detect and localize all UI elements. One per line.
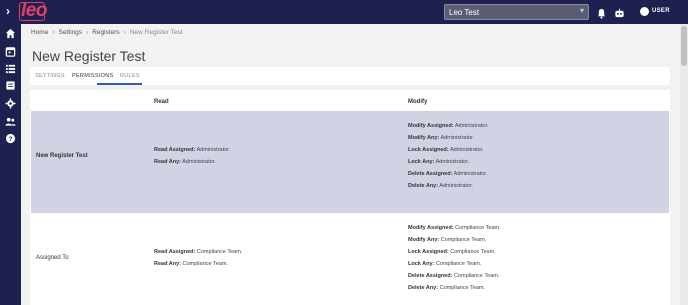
breadcrumb-registers[interactable]: Registers: [92, 29, 119, 36]
permission-label: Modify Assigned:: [408, 123, 454, 129]
permission-label: Read Any:: [154, 159, 181, 165]
permission-value: Administrator.: [182, 159, 216, 165]
permission-value: Administrator.: [196, 147, 231, 153]
modify-permission: Lock Assigned: Administrator.: [408, 147, 484, 153]
tab-rules[interactable]: RULES: [120, 73, 140, 79]
users-icon[interactable]: [5, 116, 16, 127]
row-name: New Register Test: [36, 153, 88, 159]
read-permission: Read Assigned: Compliance Team.: [154, 249, 242, 255]
modify-permission: Modify Assigned: Compliance Team.: [408, 225, 501, 231]
permission-value: Compliance Team.: [439, 285, 486, 291]
read-permission: Read Assigned: Administrator.: [154, 147, 230, 153]
scrollbar-thumb[interactable]: [681, 26, 687, 66]
permission-label: Modify Assigned:: [408, 225, 454, 231]
permission-value: Administrator.: [435, 159, 470, 165]
modify-permission: Lock Assigned: Compliance Team.: [408, 249, 496, 255]
user-menu-label[interactable]: USER: [652, 8, 670, 14]
modify-permission: Delete Assigned: Compliance Team.: [408, 273, 499, 279]
read-permission: Read Any: Administrator.: [154, 159, 216, 165]
permission-label: Lock Any:: [408, 261, 435, 267]
read-permission: Read Any: Compliance Team.: [154, 261, 228, 267]
permission-value: Compliance Team.: [450, 249, 496, 255]
permission-label: Read Assigned:: [154, 147, 196, 153]
permission-label: Modify Any:: [408, 237, 440, 243]
breadcrumb-separator: ›: [86, 29, 89, 36]
modify-permission: Modify Assigned: Administrator.: [408, 123, 489, 129]
page-title: New Register Test: [32, 48, 146, 64]
modify-permission: Delete Assigned: Administrator.: [408, 171, 487, 177]
tab-settings[interactable]: SETTINGS: [35, 73, 65, 79]
workspace-select-value: Leo Test: [449, 8, 480, 17]
permission-value: Compliance Team.: [453, 273, 500, 279]
calendar-icon[interactable]: [5, 46, 16, 57]
page-scrollbar[interactable]: [680, 24, 688, 305]
permission-value: Compliance Team.: [455, 225, 501, 231]
permission-label: Delete Any:: [408, 285, 439, 291]
permission-label: Lock Assigned:: [408, 147, 449, 153]
permission-label: Delete Any:: [408, 183, 439, 189]
permission-value: Compliance Team.: [196, 249, 243, 255]
permission-value: Administrator.: [449, 147, 484, 153]
modify-permission: Modify Any: Administrator.: [408, 135, 474, 141]
breadcrumb-home[interactable]: Home: [31, 29, 48, 36]
permission-label: Lock Assigned:: [408, 249, 449, 255]
svg-text:?: ?: [9, 136, 13, 143]
breadcrumb-separator: ›: [52, 29, 55, 36]
modify-permission: Delete Any: Administrator.: [408, 183, 473, 189]
list-icon[interactable]: [5, 63, 16, 74]
permission-value: Compliance Team.: [182, 261, 228, 267]
permission-label: Read Assigned:: [154, 249, 196, 255]
expand-sidebar-icon[interactable]: ›: [6, 4, 10, 18]
permission-value: Administrator.: [453, 171, 488, 177]
permission-value: Administrator.: [440, 135, 475, 141]
active-tab-indicator: [97, 83, 142, 85]
robot-icon[interactable]: [614, 6, 625, 18]
tab-bar: SETTINGS PERMISSIONS RULES: [30, 67, 670, 85]
modify-permission: Delete Any: Compliance Team.: [408, 285, 485, 291]
row-name: Assigned To: [36, 255, 69, 261]
modify-permission: Modify Any: Compliance Team.: [408, 237, 486, 243]
register-icon[interactable]: [5, 80, 16, 91]
breadcrumb-settings[interactable]: Settings: [59, 29, 83, 36]
permission-value: Administrator.: [454, 123, 489, 129]
chevron-down-icon: ▾: [579, 6, 584, 15]
sidebar: ?: [0, 24, 21, 305]
workspace-select[interactable]: Leo Test ▾: [444, 4, 589, 20]
permission-label: Delete Assigned:: [408, 273, 453, 279]
permission-label: Delete Assigned:: [408, 171, 453, 177]
app-logo[interactable]: leo: [21, 1, 47, 21]
tab-permissions[interactable]: PERMISSIONS: [72, 73, 114, 79]
column-header-read: Read: [154, 99, 169, 105]
permissions-table: Read Modify New Register Test Read Assig…: [30, 90, 670, 305]
user-avatar-icon[interactable]: [640, 7, 649, 16]
bell-icon[interactable]: [597, 6, 606, 19]
table-row[interactable]: Assigned To Read Assigned: Compliance Te…: [31, 214, 669, 305]
help-icon[interactable]: ?: [5, 133, 16, 144]
permission-value: Compliance Team.: [435, 261, 482, 267]
modify-permission: Lock Any: Administrator.: [408, 159, 469, 165]
permission-value: Administrator.: [439, 183, 473, 189]
top-bar: › leo Leo Test ▾ USER: [0, 0, 688, 24]
column-header-modify: Modify: [408, 99, 428, 105]
permission-label: Modify Any:: [408, 135, 440, 141]
home-icon[interactable]: [5, 28, 16, 39]
breadcrumb: Home › Settings › Registers › New Regist…: [31, 29, 182, 36]
permission-label: Read Any:: [154, 261, 181, 267]
modify-permission: Lock Any: Compliance Team.: [408, 261, 481, 267]
permission-label: Lock Any:: [408, 159, 435, 165]
table-row[interactable]: New Register Test Read Assigned: Adminis…: [31, 111, 669, 213]
permission-value: Compliance Team.: [440, 237, 487, 243]
breadcrumb-current: New Register Test: [129, 29, 183, 36]
gear-icon[interactable]: [5, 98, 16, 109]
breadcrumb-separator: ›: [123, 29, 126, 36]
